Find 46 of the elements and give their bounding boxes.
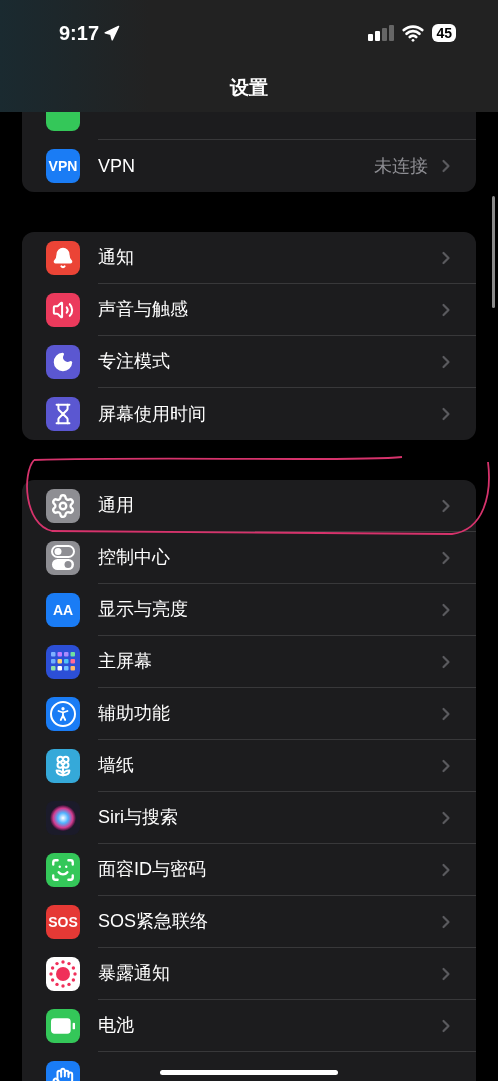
row-label: 显示与亮度 bbox=[98, 598, 189, 621]
settings-row[interactable]: 专注模式 bbox=[22, 336, 476, 388]
battery-indicator: 45 bbox=[432, 24, 456, 42]
settings-row[interactable]: 声音与触感 bbox=[22, 284, 476, 336]
row-label: VPN bbox=[98, 154, 136, 178]
settings-row[interactable]: 通知 bbox=[22, 232, 476, 284]
icon-label: VPN bbox=[48, 159, 78, 173]
settings-row[interactable]: 控制中心 bbox=[22, 532, 476, 584]
row-value: 未连接 bbox=[374, 154, 428, 178]
row-label: 控制中心 bbox=[98, 546, 171, 569]
row-label: 通知 bbox=[98, 246, 135, 269]
status-time: 9:17 bbox=[59, 21, 100, 46]
icon-label: AA bbox=[52, 603, 74, 617]
settings-row[interactable]: Siri与搜索 bbox=[22, 792, 476, 844]
signal-icon bbox=[368, 25, 395, 41]
location-arrow-icon bbox=[103, 24, 121, 42]
speaker-icon bbox=[52, 299, 74, 321]
settings-row[interactable]: 电池 bbox=[22, 1000, 476, 1052]
page-title: 设置 bbox=[230, 76, 268, 100]
settings-row[interactable]: SOS SOS紧急联络 bbox=[22, 896, 476, 948]
settings-row[interactable]: 辅助功能 bbox=[22, 688, 476, 740]
row-label: 墙纸 bbox=[98, 754, 135, 777]
moon-icon bbox=[52, 351, 74, 373]
settings-row[interactable]: 屏幕使用时间 bbox=[22, 388, 476, 440]
row-label: 电池 bbox=[98, 1014, 135, 1037]
row-label: 暴露通知 bbox=[98, 962, 171, 985]
settings-row[interactable]: 墙纸 bbox=[22, 740, 476, 792]
settings-row[interactable]: 主屏幕 bbox=[22, 636, 476, 688]
row-label: SOS紧急联络 bbox=[98, 910, 209, 933]
settings-row[interactable]: 通用 bbox=[22, 480, 476, 532]
row-label: 主屏幕 bbox=[98, 650, 153, 673]
app-grid-icon bbox=[50, 651, 76, 673]
settings-row[interactable]: VPN VPN 未连接 bbox=[22, 140, 476, 192]
bell-icon bbox=[52, 247, 74, 269]
row-label: 面容ID与密码 bbox=[98, 858, 207, 881]
row-label: 辅助功能 bbox=[98, 702, 171, 725]
row-label: 声音与触感 bbox=[98, 298, 189, 321]
icon-label: SOS bbox=[48, 915, 78, 929]
settings-row[interactable]: AA 显示与亮度 bbox=[22, 584, 476, 636]
wifi-icon bbox=[402, 22, 425, 44]
row-label: 专注模式 bbox=[98, 350, 171, 373]
row-label: 屏幕使用时间 bbox=[98, 402, 207, 426]
settings-row[interactable]: 暴露通知 bbox=[22, 948, 476, 1000]
row-label: Siri与搜索 bbox=[98, 806, 179, 829]
settings-row[interactable]: 面容ID与密码 bbox=[22, 844, 476, 896]
row-label: 通用 bbox=[98, 494, 135, 517]
